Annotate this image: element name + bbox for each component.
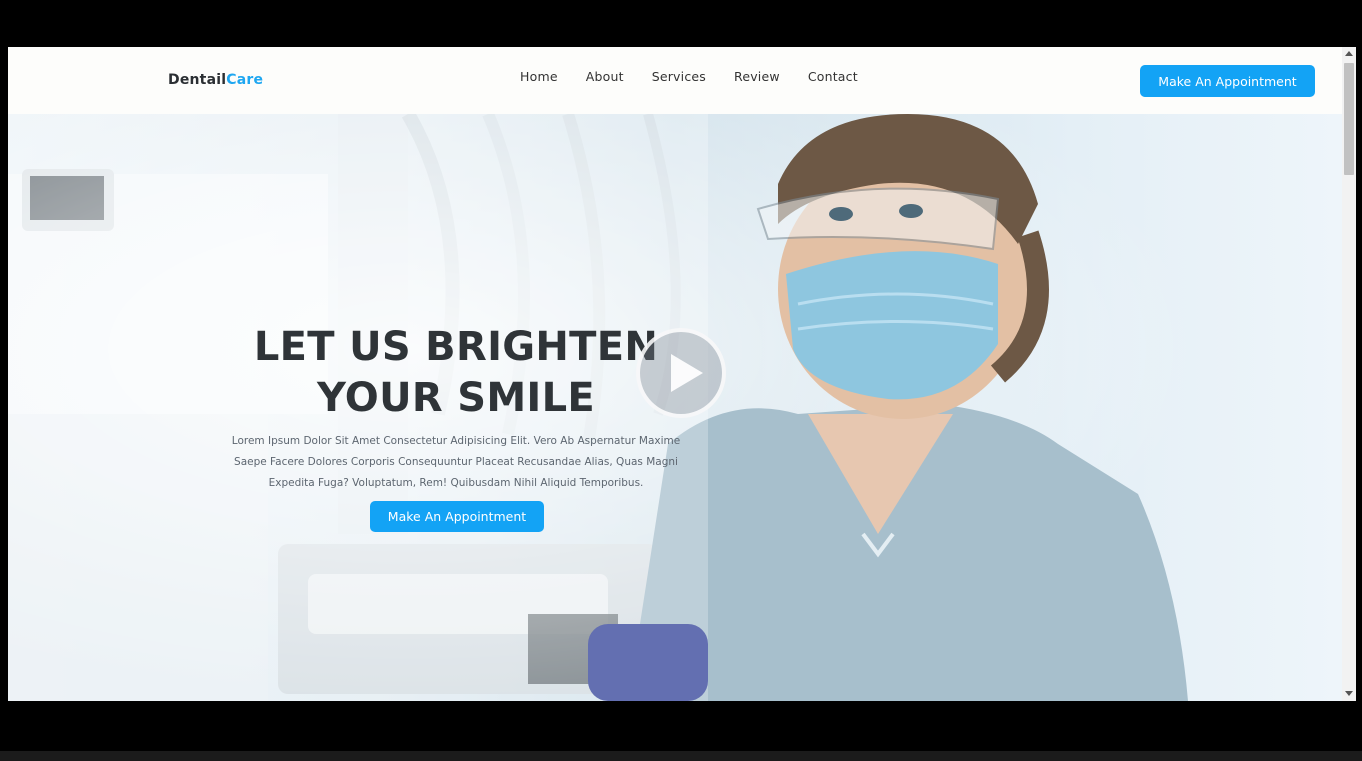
scrollbar-thumb[interactable] — [1344, 63, 1354, 175]
hero-title-line1: LET US BRIGHTEN — [253, 324, 659, 370]
nav-appointment-button[interactable]: Make An Appointment — [1140, 65, 1315, 97]
nav-link-contact[interactable]: Contact — [808, 69, 858, 84]
hero-section: LET US BRIGHTEN YOUR SMILE Lorem Ipsum D… — [8, 114, 1342, 701]
nav-link-about[interactable]: About — [586, 69, 624, 84]
logo-brand: Dentail — [168, 72, 227, 88]
play-video-button[interactable] — [636, 328, 726, 418]
scrollbar[interactable] — [1342, 47, 1356, 701]
browser-viewport: DentailCare Home About Services Review C… — [8, 47, 1356, 701]
hero-title: LET US BRIGHTEN YOUR SMILE — [206, 322, 706, 424]
nav-link-review[interactable]: Review — [734, 69, 780, 84]
scroll-down-arrow-icon[interactable] — [1345, 691, 1353, 696]
nav-link-services[interactable]: Services — [652, 69, 706, 84]
logo[interactable]: DentailCare — [168, 72, 263, 88]
hero-appointment-button[interactable]: Make An Appointment — [370, 501, 544, 532]
hero-title-line2: YOUR SMILE — [316, 375, 596, 421]
nav-menu: Home About Services Review Contact — [520, 69, 886, 84]
nav-link-home[interactable]: Home — [520, 69, 558, 84]
window-bottom-edge — [0, 751, 1362, 761]
navbar: DentailCare Home About Services Review C… — [8, 47, 1342, 114]
hero-description: Lorem Ipsum Dolor Sit Amet Consectetur A… — [231, 435, 681, 489]
logo-accent: Care — [226, 72, 264, 88]
scroll-up-arrow-icon[interactable] — [1345, 51, 1353, 56]
play-icon — [671, 354, 703, 392]
